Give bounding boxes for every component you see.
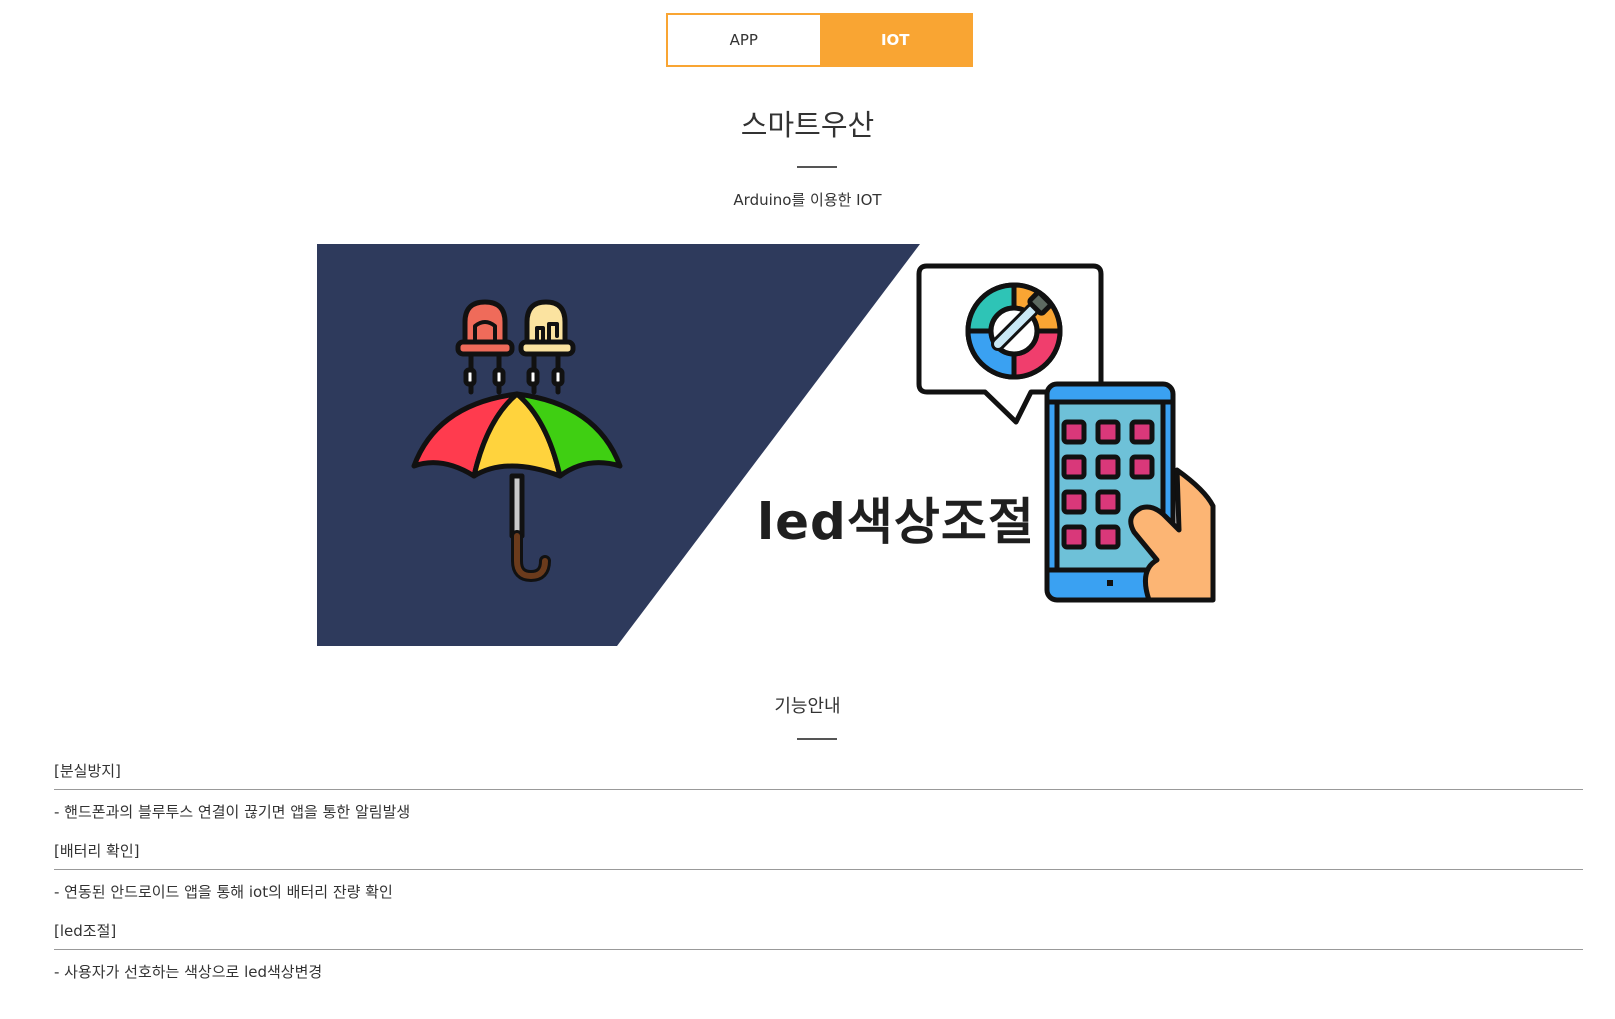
feature-heading: [led조절] — [54, 916, 1583, 950]
category-tabs: APP IOT — [666, 13, 973, 67]
hero-dark-panel — [317, 244, 920, 646]
feature-description: - 핸드폰과의 블루투스 연결이 끊기면 앱을 통한 알림발생 — [54, 803, 411, 821]
hero-image: led색상조절 — [317, 244, 1317, 646]
hero-caption: led색상조절 — [757, 493, 1035, 551]
feature-list: [분실방지] - 핸드폰과의 블루투스 연결이 끊기면 앱을 통한 알림발생 [… — [54, 756, 1583, 996]
feature-description: - 연동된 안드로이드 앱을 통해 iot의 배터리 잔량 확인 — [54, 883, 393, 901]
feature-description: - 사용자가 선호하는 색상으로 led색상변경 — [54, 963, 323, 981]
tab-app[interactable]: APP — [668, 15, 820, 65]
page: APP IOT 스마트우산 Arduino를 이용한 IOT led색상조절 기… — [0, 0, 1615, 1019]
page-subtitle: Arduino를 이용한 IOT — [733, 191, 882, 209]
page-title: 스마트우산 — [740, 108, 875, 142]
section-divider — [797, 738, 837, 740]
section-title: 기능안내 — [774, 696, 841, 717]
feature-item: [배터리 확인] - 연동된 안드로이드 앱을 통해 iot의 배터리 잔량 확… — [54, 836, 1583, 916]
hero-illustration — [317, 244, 1216, 646]
feature-heading: [배터리 확인] — [54, 836, 1583, 870]
tab-iot[interactable]: IOT — [819, 15, 971, 65]
feature-heading: [분실방지] — [54, 756, 1583, 790]
feature-item: [led조절] - 사용자가 선호하는 색상으로 led색상변경 — [54, 916, 1583, 996]
feature-item: [분실방지] - 핸드폰과의 블루투스 연결이 끊기면 앱을 통한 알림발생 — [54, 756, 1583, 836]
smartphone-icon — [1044, 381, 1216, 603]
title-divider — [797, 166, 837, 168]
